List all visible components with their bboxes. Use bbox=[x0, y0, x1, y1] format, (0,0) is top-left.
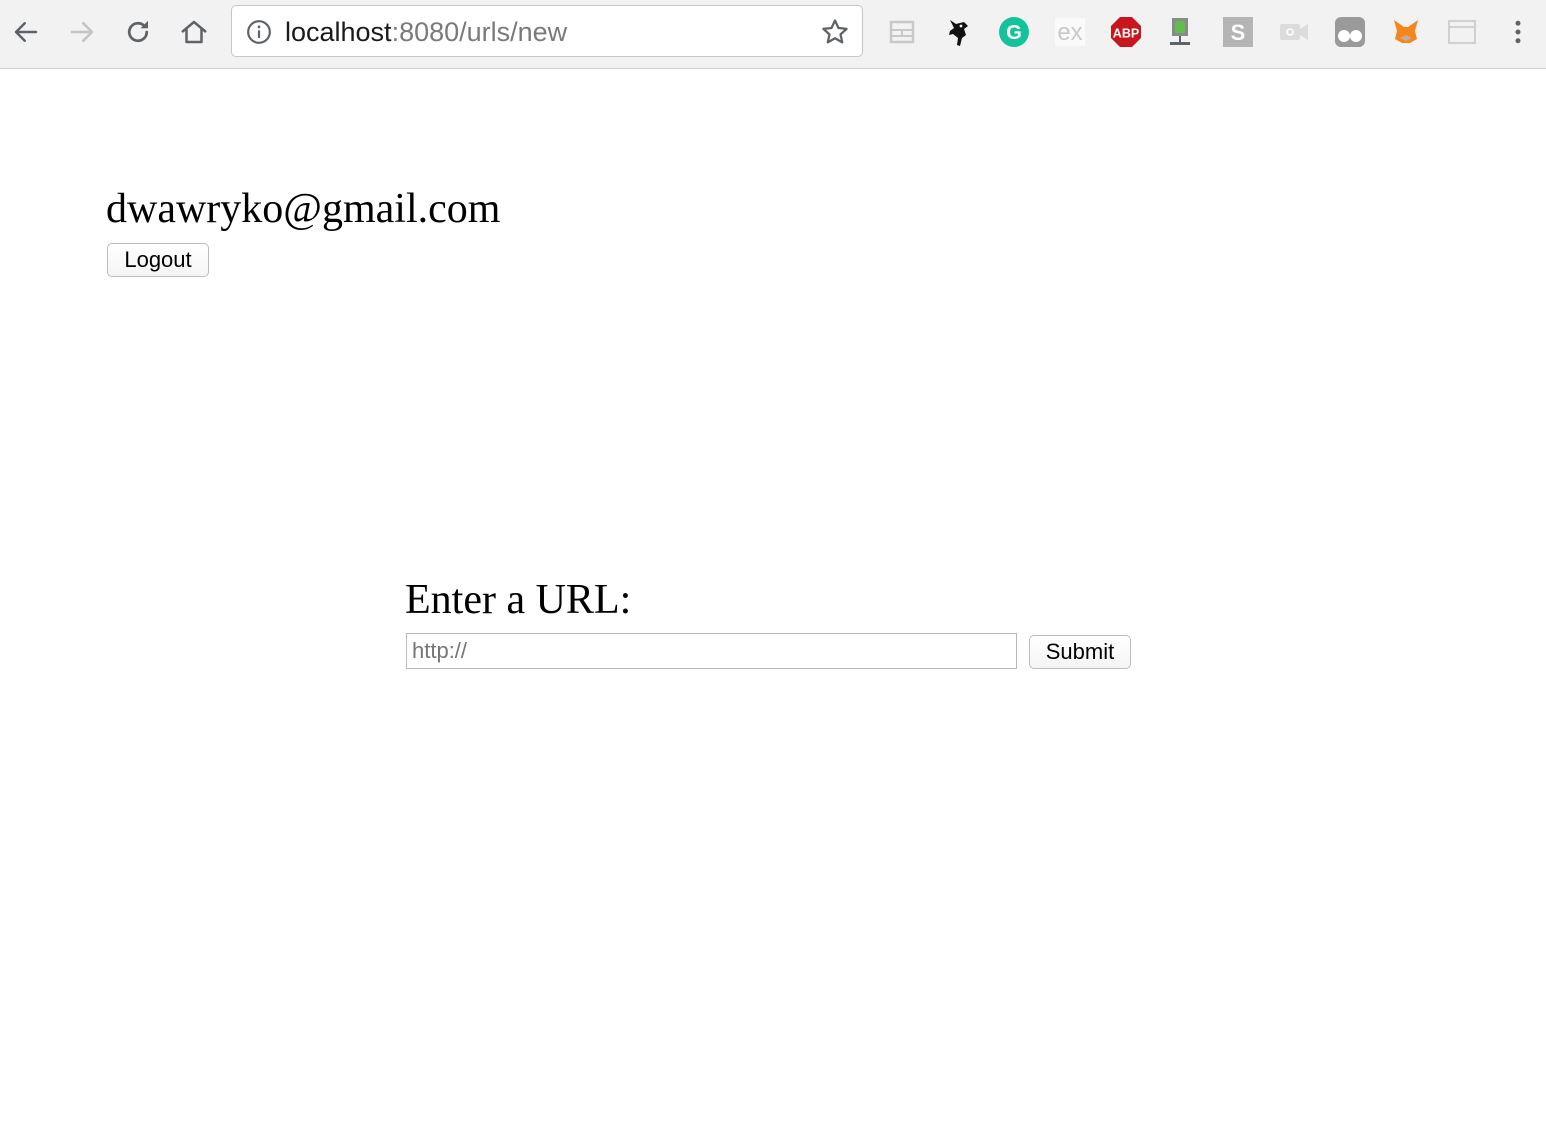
bookmark-star-icon[interactable] bbox=[820, 17, 850, 47]
back-button[interactable] bbox=[9, 12, 43, 52]
network-extension-icon[interactable] bbox=[1166, 16, 1198, 48]
svg-text:S: S bbox=[1231, 20, 1246, 45]
reload-icon bbox=[127, 20, 149, 43]
url-form-label: Enter a URL: bbox=[405, 577, 632, 623]
forward-icon bbox=[70, 22, 94, 42]
s-extension-icon[interactable]: S bbox=[1222, 16, 1254, 48]
home-icon bbox=[181, 20, 207, 44]
browser-toolbar: localhost:8080/urls/new G ex ABP S bbox=[0, 0, 1546, 69]
logout-button[interactable]: Logout bbox=[107, 243, 209, 277]
glasses-extension-icon[interactable] bbox=[1334, 16, 1366, 48]
video-extension-icon[interactable] bbox=[1278, 16, 1310, 48]
back-icon bbox=[14, 22, 38, 42]
more-vert-icon bbox=[1515, 20, 1521, 44]
browser-menu-button[interactable] bbox=[1501, 12, 1535, 52]
submit-button[interactable]: Submit bbox=[1029, 635, 1131, 669]
metamask-icon[interactable] bbox=[1390, 16, 1422, 48]
url-path: :8080/urls/new bbox=[391, 17, 568, 47]
url-input[interactable] bbox=[406, 633, 1017, 669]
user-email: dwawryko@gmail.com bbox=[106, 186, 501, 232]
address-bar[interactable]: localhost:8080/urls/new bbox=[231, 5, 863, 57]
window-extension-icon[interactable] bbox=[1446, 16, 1478, 48]
reader-icon[interactable] bbox=[886, 16, 918, 48]
ex-extension-icon[interactable]: ex bbox=[1054, 16, 1086, 48]
address-url[interactable]: localhost:8080/urls/new bbox=[285, 16, 567, 48]
info-icon[interactable] bbox=[246, 19, 272, 45]
svg-text:ex: ex bbox=[1057, 19, 1082, 46]
url-host: localhost bbox=[285, 17, 392, 47]
adblock-plus-icon[interactable]: ABP bbox=[1110, 16, 1142, 48]
svg-text:G: G bbox=[1006, 22, 1022, 44]
svg-text:ABP: ABP bbox=[1113, 27, 1139, 41]
ninja-extension-icon[interactable] bbox=[942, 16, 974, 48]
forward-button[interactable] bbox=[65, 12, 99, 52]
reload-button[interactable] bbox=[121, 12, 155, 52]
grammarly-icon[interactable]: G bbox=[998, 16, 1030, 48]
home-button[interactable] bbox=[177, 12, 211, 52]
